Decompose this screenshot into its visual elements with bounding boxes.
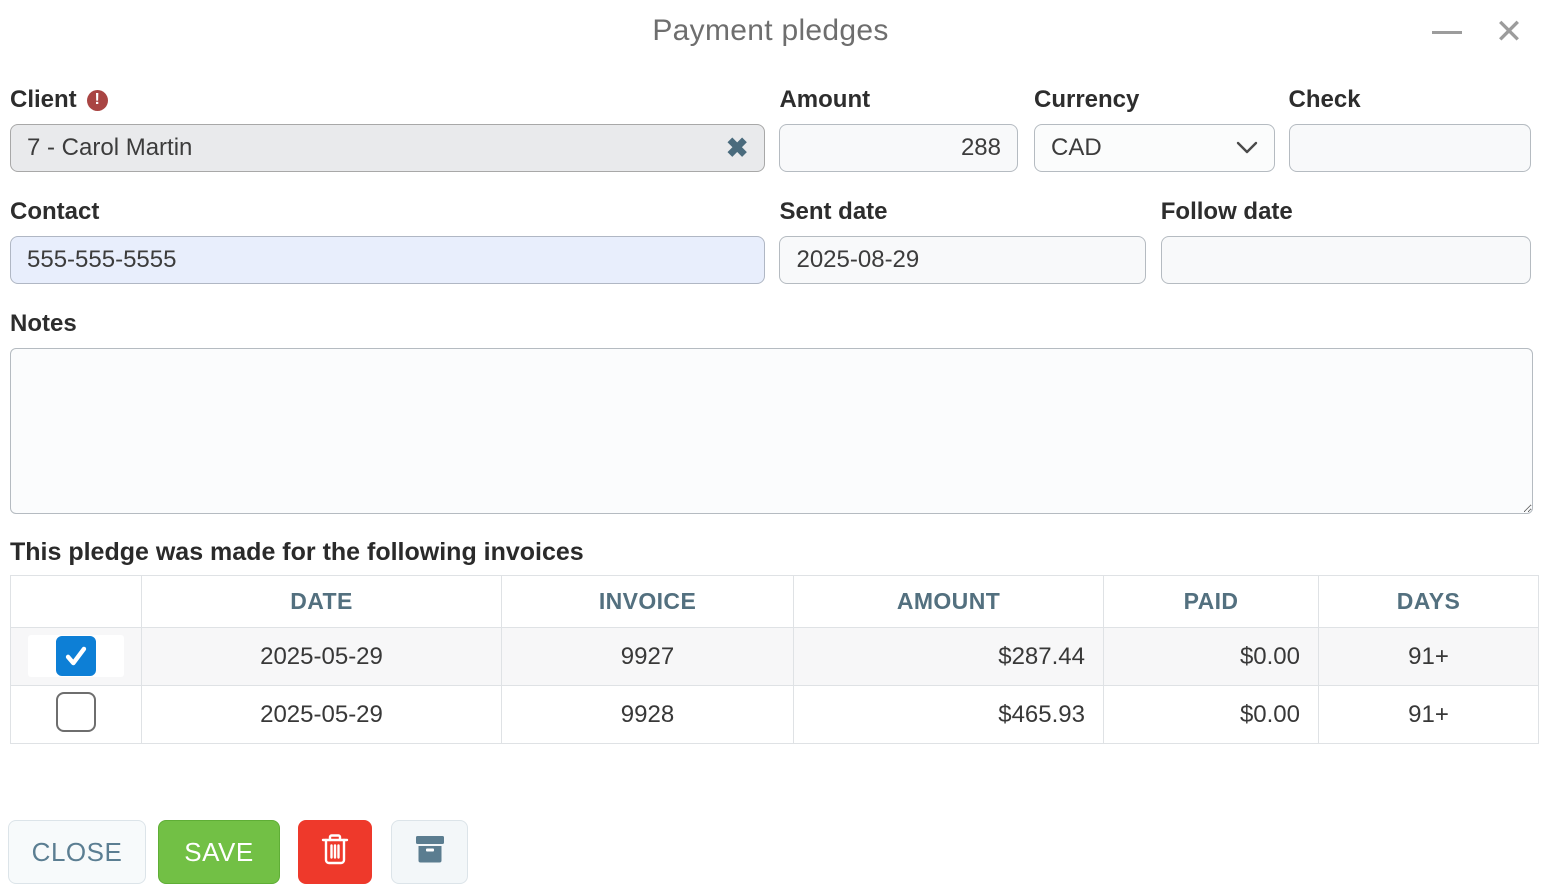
check-label: Check	[1289, 84, 1532, 116]
page-title: Payment pledges	[0, 0, 1541, 48]
chevron-down-icon	[1236, 141, 1258, 155]
invoices-table: DATE INVOICE AMOUNT PAID DAYS 2025-05-29…	[10, 575, 1539, 744]
archive-button[interactable]	[391, 820, 468, 884]
close-button[interactable]: CLOSE	[8, 820, 146, 884]
required-alert-icon: !	[87, 90, 108, 111]
checkbox-cell	[28, 635, 124, 677]
pledge-form: Client ! 7 - Carol Martin ✖ Amount Curre…	[0, 84, 1541, 514]
action-bar: CLOSE SAVE	[8, 820, 1541, 884]
currency-selected-value: CAD	[1051, 134, 1102, 162]
invoices-heading: This pledge was made for the following i…	[10, 538, 1541, 567]
col-amount: AMOUNT	[794, 576, 1104, 628]
invoice-days: 91+	[1319, 628, 1539, 686]
invoice-paid: $0.00	[1104, 628, 1319, 686]
amount-input[interactable]	[779, 124, 1018, 172]
col-paid: PAID	[1104, 576, 1319, 628]
sent-date-input[interactable]	[779, 236, 1145, 284]
dialog-header: Payment pledges ✕	[0, 0, 1541, 62]
table-header-row: DATE INVOICE AMOUNT PAID DAYS	[11, 576, 1539, 628]
amount-label: Amount	[779, 84, 1018, 116]
checkbox-cell	[28, 691, 124, 733]
currency-label: Currency	[1034, 84, 1275, 116]
clear-client-icon[interactable]: ✖	[726, 135, 749, 162]
invoice-checkbox[interactable]	[56, 636, 96, 676]
col-date: DATE	[142, 576, 502, 628]
contact-input[interactable]	[10, 236, 765, 284]
save-button[interactable]: SAVE	[158, 820, 280, 884]
contact-label: Contact	[10, 196, 765, 228]
currency-select[interactable]: CAD	[1034, 124, 1275, 172]
invoice-amount: $465.93	[794, 686, 1104, 744]
invoice-paid: $0.00	[1104, 686, 1319, 744]
follow-date-input[interactable]	[1161, 236, 1531, 284]
invoice-checkbox[interactable]	[56, 692, 96, 732]
invoice-amount: $287.44	[794, 628, 1104, 686]
client-value: 7 - Carol Martin	[27, 134, 192, 162]
delete-button[interactable]	[298, 820, 372, 884]
close-icon[interactable]: ✕	[1491, 14, 1527, 50]
trash-icon	[319, 832, 351, 873]
sent-date-label: Sent date	[779, 196, 1145, 228]
invoice-days: 91+	[1319, 686, 1539, 744]
invoice-date: 2025-05-29	[142, 686, 502, 744]
notes-label: Notes	[10, 308, 1531, 340]
invoice-number: 9927	[502, 628, 794, 686]
client-label: Client !	[10, 84, 765, 116]
table-row: 2025-05-29 9927 $287.44 $0.00 91+	[11, 628, 1539, 686]
invoice-date: 2025-05-29	[142, 628, 502, 686]
follow-date-label: Follow date	[1161, 196, 1531, 228]
col-invoice: INVOICE	[502, 576, 794, 628]
minimize-icon[interactable]	[1429, 14, 1465, 50]
notes-textarea[interactable]	[10, 348, 1533, 514]
col-days: DAYS	[1319, 576, 1539, 628]
col-select	[11, 576, 142, 628]
client-field[interactable]: 7 - Carol Martin ✖	[10, 124, 765, 172]
archive-box-icon	[413, 833, 447, 872]
check-input[interactable]	[1289, 124, 1532, 172]
invoice-number: 9928	[502, 686, 794, 744]
table-row: 2025-05-29 9928 $465.93 $0.00 91+	[11, 686, 1539, 744]
